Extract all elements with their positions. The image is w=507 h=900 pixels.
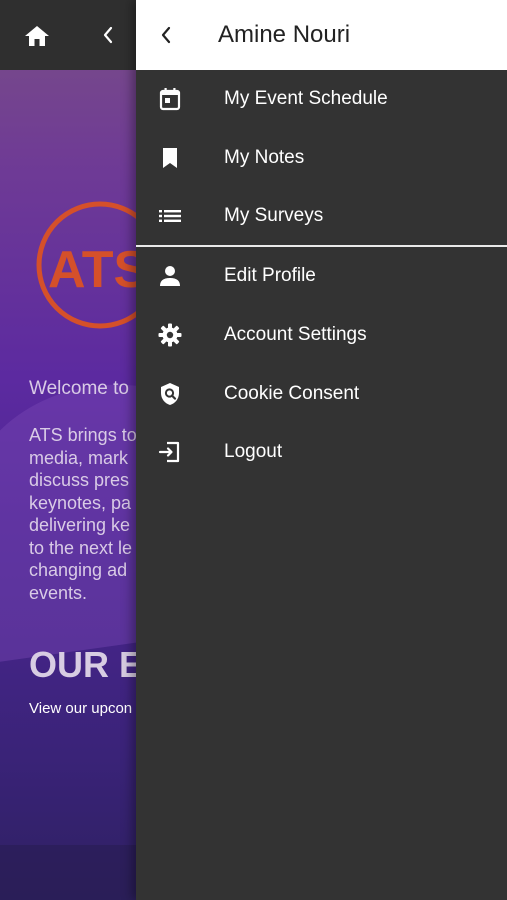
svg-text:ATS: ATS	[48, 241, 148, 299]
menu-item-label: Account Settings	[224, 324, 367, 345]
events-subtext: View our upcon	[29, 700, 133, 717]
drawer-header: Amine Nouri	[136, 0, 507, 70]
gear-icon	[158, 323, 182, 347]
shield-search-icon	[161, 383, 179, 405]
menu-item-label: Cookie Consent	[224, 383, 360, 404]
home-icon[interactable]	[24, 24, 50, 48]
menu-item-surveys[interactable]: My Surveys	[136, 187, 507, 245]
chevron-left-icon[interactable]	[100, 25, 116, 45]
menu-item-label: Edit Profile	[224, 265, 316, 286]
events-heading: OUR E	[29, 644, 144, 685]
menu-item-edit-profile[interactable]: Edit Profile	[136, 247, 507, 305]
user-name: Amine Nouri	[218, 21, 351, 48]
menu-item-label: My Notes	[224, 147, 305, 168]
menu-item-label: Logout	[224, 441, 283, 462]
menu-item-cookie-consent[interactable]: Cookie Consent	[136, 365, 507, 423]
navigation-drawer: Amine Nouri My Event Schedule My Notes M…	[136, 0, 507, 900]
bookmark-icon	[163, 148, 177, 168]
menu-item-logout[interactable]: Logout	[136, 423, 507, 481]
welcome-text: Welcome to	[29, 378, 129, 399]
menu-item-account-settings[interactable]: Account Settings	[136, 306, 507, 364]
person-icon	[160, 266, 180, 286]
menu-item-notes[interactable]: My Notes	[136, 129, 507, 187]
menu-item-label: My Event Schedule	[224, 88, 388, 109]
list-icon	[159, 210, 181, 222]
chevron-left-icon[interactable]	[158, 25, 174, 45]
logout-icon	[158, 441, 180, 463]
menu-item-event-schedule[interactable]: My Event Schedule	[136, 70, 507, 128]
menu-item-label: My Surveys	[224, 205, 324, 226]
calendar-icon	[159, 88, 181, 111]
